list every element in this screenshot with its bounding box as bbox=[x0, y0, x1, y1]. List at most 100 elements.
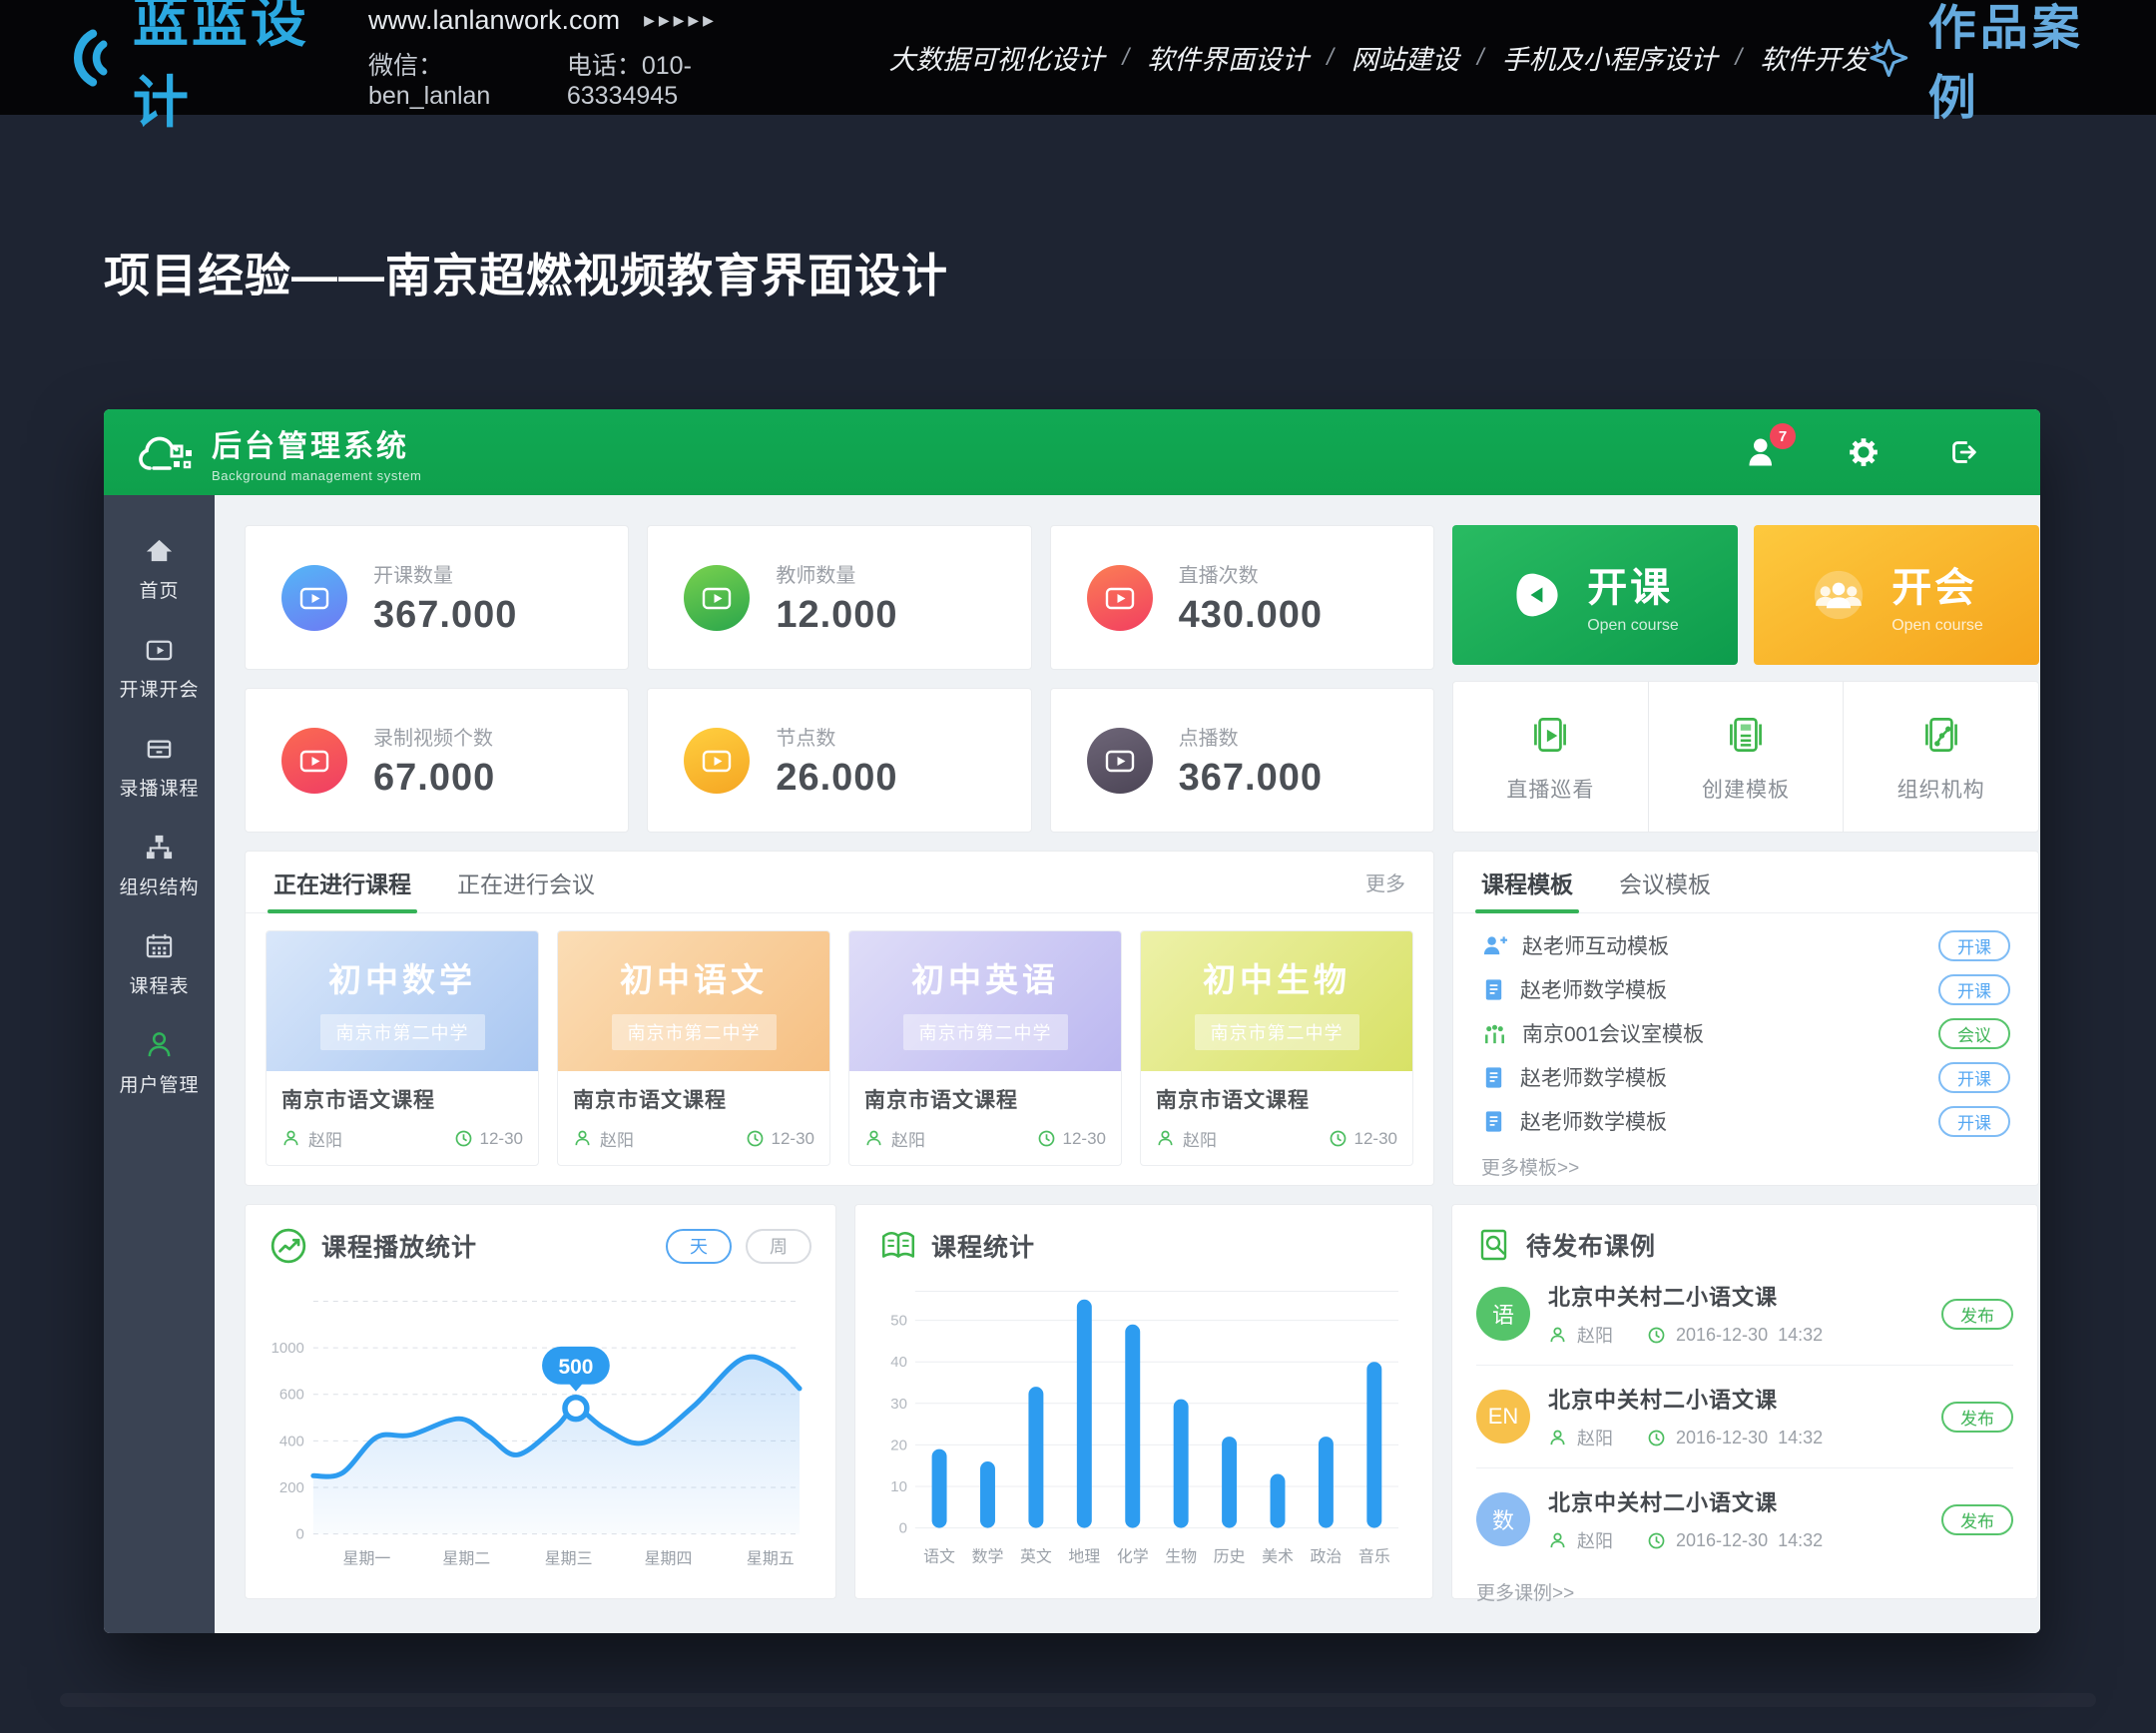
more-courses-link[interactable]: 更多 bbox=[1365, 867, 1405, 896]
svg-text:星期四: 星期四 bbox=[645, 1549, 693, 1567]
pending-date: 2016-12-30 bbox=[1676, 1428, 1768, 1448]
clock-icon bbox=[746, 1129, 765, 1148]
user-account-button[interactable]: 7 bbox=[1745, 434, 1781, 470]
start-class-button[interactable]: 开课 bbox=[1938, 1062, 2010, 1093]
quick-link-create-template[interactable]: 创建模板 bbox=[1648, 682, 1844, 832]
course-title: 初中生物 bbox=[1203, 953, 1350, 1001]
toggle-day[interactable]: 天 bbox=[666, 1229, 732, 1264]
course-title: 初中数学 bbox=[328, 953, 476, 1001]
logout-button[interactable] bbox=[1946, 435, 1980, 469]
sidebar-item-label: 用户管理 bbox=[119, 1070, 199, 1097]
course-card-english[interactable]: 初中英语 南京市第二中学 南京市语文课程 赵阳 bbox=[848, 930, 1122, 1166]
pending-time: 14:32 bbox=[1778, 1530, 1823, 1551]
sidebar-item-timetable[interactable]: 课程表 bbox=[104, 920, 215, 1019]
page-title: 项目经验——南京超燃视频教育界面设计 bbox=[104, 240, 948, 305]
nav-item-dev[interactable]: 软件开发 bbox=[1760, 38, 1868, 77]
stat-label: 点播数 bbox=[1179, 722, 1323, 751]
quick-link-organization[interactable]: 组织机构 bbox=[1843, 682, 2038, 832]
portfolio-link[interactable]: 作品案例 bbox=[1868, 0, 2098, 128]
lanlan-logo[interactable]: 蓝蓝设计 bbox=[58, 0, 326, 139]
pending-date: 2016-12-30 bbox=[1676, 1325, 1768, 1346]
play-badge-icon bbox=[281, 728, 347, 794]
nav-item-website[interactable]: 网站建设 bbox=[1351, 38, 1459, 77]
pending-teacher: 赵阳 bbox=[1577, 1425, 1613, 1450]
course-teacher: 赵阳 bbox=[1183, 1126, 1217, 1151]
svg-text:政治: 政治 bbox=[1310, 1547, 1342, 1565]
pending-lesson-row: EN 北京中关村二小语文课 赵阳 2016-12-30 14:32 bbox=[1476, 1366, 2013, 1468]
calendar-icon bbox=[144, 930, 175, 961]
svg-text:历史: 历史 bbox=[1214, 1547, 1246, 1565]
clock-icon bbox=[1037, 1129, 1056, 1148]
course-name: 南京市语文课程 bbox=[573, 1084, 814, 1114]
play-badge-icon bbox=[1087, 728, 1153, 794]
toggle-week[interactable]: 周 bbox=[746, 1229, 811, 1264]
nav-item-mobile[interactable]: 手机及小程序设计 bbox=[1502, 38, 1718, 77]
svg-text:400: 400 bbox=[279, 1433, 304, 1449]
template-name: 赵老师数学模板 bbox=[1520, 974, 1667, 1004]
start-meeting-button[interactable]: 会议 bbox=[1938, 1018, 2010, 1049]
svg-text:200: 200 bbox=[279, 1479, 304, 1496]
template-row: 赵老师数学模板 开课 bbox=[1481, 967, 2010, 1011]
nav-item-software-ui[interactable]: 软件界面设计 bbox=[1147, 38, 1309, 77]
phone-label: 电话：010-63334945 bbox=[567, 46, 760, 111]
course-card-chinese[interactable]: 初中语文 南京市第二中学 南京市语文课程 赵阳 bbox=[557, 930, 830, 1166]
nav-item-bigdata[interactable]: 大数据可视化设计 bbox=[889, 38, 1105, 77]
sidebar-item-user-management[interactable]: 用户管理 bbox=[104, 1019, 215, 1118]
more-lessons-link[interactable]: 更多课例>> bbox=[1476, 1578, 2013, 1605]
template-name: 赵老师互动模板 bbox=[1522, 930, 1669, 960]
quick-link-live-patrol[interactable]: 直播巡看 bbox=[1453, 682, 1648, 832]
svg-text:1000: 1000 bbox=[271, 1340, 304, 1357]
stats-grid: 开课数量 367.000 教师数量 12.000 直 bbox=[245, 525, 1434, 833]
quick-link-label: 直播巡看 bbox=[1506, 774, 1594, 804]
pending-lesson-title: 北京中关村二小语文课 bbox=[1548, 1383, 1823, 1415]
stat-label: 开课数量 bbox=[373, 559, 517, 588]
publish-button[interactable]: 发布 bbox=[1941, 1504, 2013, 1535]
template-row: 赵老师数学模板 开课 bbox=[1481, 1099, 2010, 1143]
start-class-button[interactable]: 开课 bbox=[1938, 930, 2010, 961]
open-meeting-label: 开会 bbox=[1891, 555, 1983, 613]
open-course-button[interactable]: 开课 Open course bbox=[1452, 525, 1738, 665]
website-url[interactable]: www.lanlanwork.com bbox=[368, 5, 620, 36]
dashboard-brand: 后台管理系统 Background management system bbox=[138, 421, 421, 483]
course-card-math[interactable]: 初中数学 南京市第二中学 南京市语文课程 赵阳 bbox=[266, 930, 539, 1166]
stat-card-recorded-videos: 录制视频个数 67.000 bbox=[245, 688, 629, 833]
open-course-sublabel: Open course bbox=[1587, 617, 1679, 635]
gear-icon bbox=[1847, 435, 1881, 469]
svg-text:0: 0 bbox=[899, 1520, 907, 1537]
start-class-button[interactable]: 开课 bbox=[1938, 1106, 2010, 1137]
logo-text: 蓝蓝设计 bbox=[133, 0, 326, 139]
person-icon bbox=[1548, 1429, 1567, 1447]
publish-button[interactable]: 发布 bbox=[1941, 1402, 2013, 1433]
play-badge-icon bbox=[684, 565, 750, 631]
sidebar-item-recorded-courses[interactable]: 录播课程 bbox=[104, 723, 215, 822]
sidebar-item-org-structure[interactable]: 组织结构 bbox=[104, 822, 215, 920]
tab-meeting-templates[interactable]: 会议模板 bbox=[1619, 852, 1711, 912]
course-school-badge: 南京市第二中学 bbox=[320, 1014, 485, 1050]
person-icon bbox=[1548, 1531, 1567, 1550]
sidebar-item-home[interactable]: 首页 bbox=[104, 525, 215, 624]
open-meeting-button[interactable]: 开会 Open course bbox=[1754, 525, 2039, 665]
play-stats-card: 课程播放统计 天 周 10006004002000星期一星期二星期三星期四星期五… bbox=[245, 1204, 836, 1599]
pending-lesson-row: 语 北京中关村二小语文课 赵阳 2016-12-30 14:32 bbox=[1476, 1263, 2013, 1366]
sidebar-item-open-class[interactable]: 开课开会 bbox=[104, 624, 215, 723]
pending-lessons-panel: 待发布课例 语 北京中关村二小语文课 赵阳 bbox=[1451, 1204, 2038, 1599]
course-time: 12-30 bbox=[772, 1129, 814, 1149]
pending-lesson-title: 北京中关村二小语文课 bbox=[1548, 1280, 1823, 1312]
meeting-room-icon bbox=[1481, 1020, 1508, 1047]
course-time: 12-30 bbox=[1354, 1129, 1397, 1149]
tab-ongoing-meetings[interactable]: 正在进行会议 bbox=[457, 852, 595, 912]
template-name: 赵老师数学模板 bbox=[1520, 1106, 1667, 1136]
course-school-badge: 南京市第二中学 bbox=[612, 1014, 777, 1050]
play-stats-line-chart: 10006004002000星期一星期二星期三星期四星期五500 bbox=[270, 1271, 811, 1572]
nav-separator: / bbox=[1327, 44, 1334, 72]
publish-button[interactable]: 发布 bbox=[1941, 1299, 2013, 1330]
sitemap-icon bbox=[144, 832, 175, 863]
tab-course-templates[interactable]: 课程模板 bbox=[1481, 852, 1573, 912]
tab-ongoing-courses[interactable]: 正在进行课程 bbox=[273, 852, 411, 912]
settings-button[interactable] bbox=[1847, 435, 1881, 469]
course-card-biology[interactable]: 初中生物 南京市第二中学 南京市语文课程 赵阳 bbox=[1140, 930, 1413, 1166]
sidebar-item-label: 开课开会 bbox=[119, 675, 199, 702]
more-templates-link[interactable]: 更多模板>> bbox=[1453, 1143, 2038, 1180]
archive-icon bbox=[144, 733, 175, 764]
start-class-button[interactable]: 开课 bbox=[1938, 974, 2010, 1005]
